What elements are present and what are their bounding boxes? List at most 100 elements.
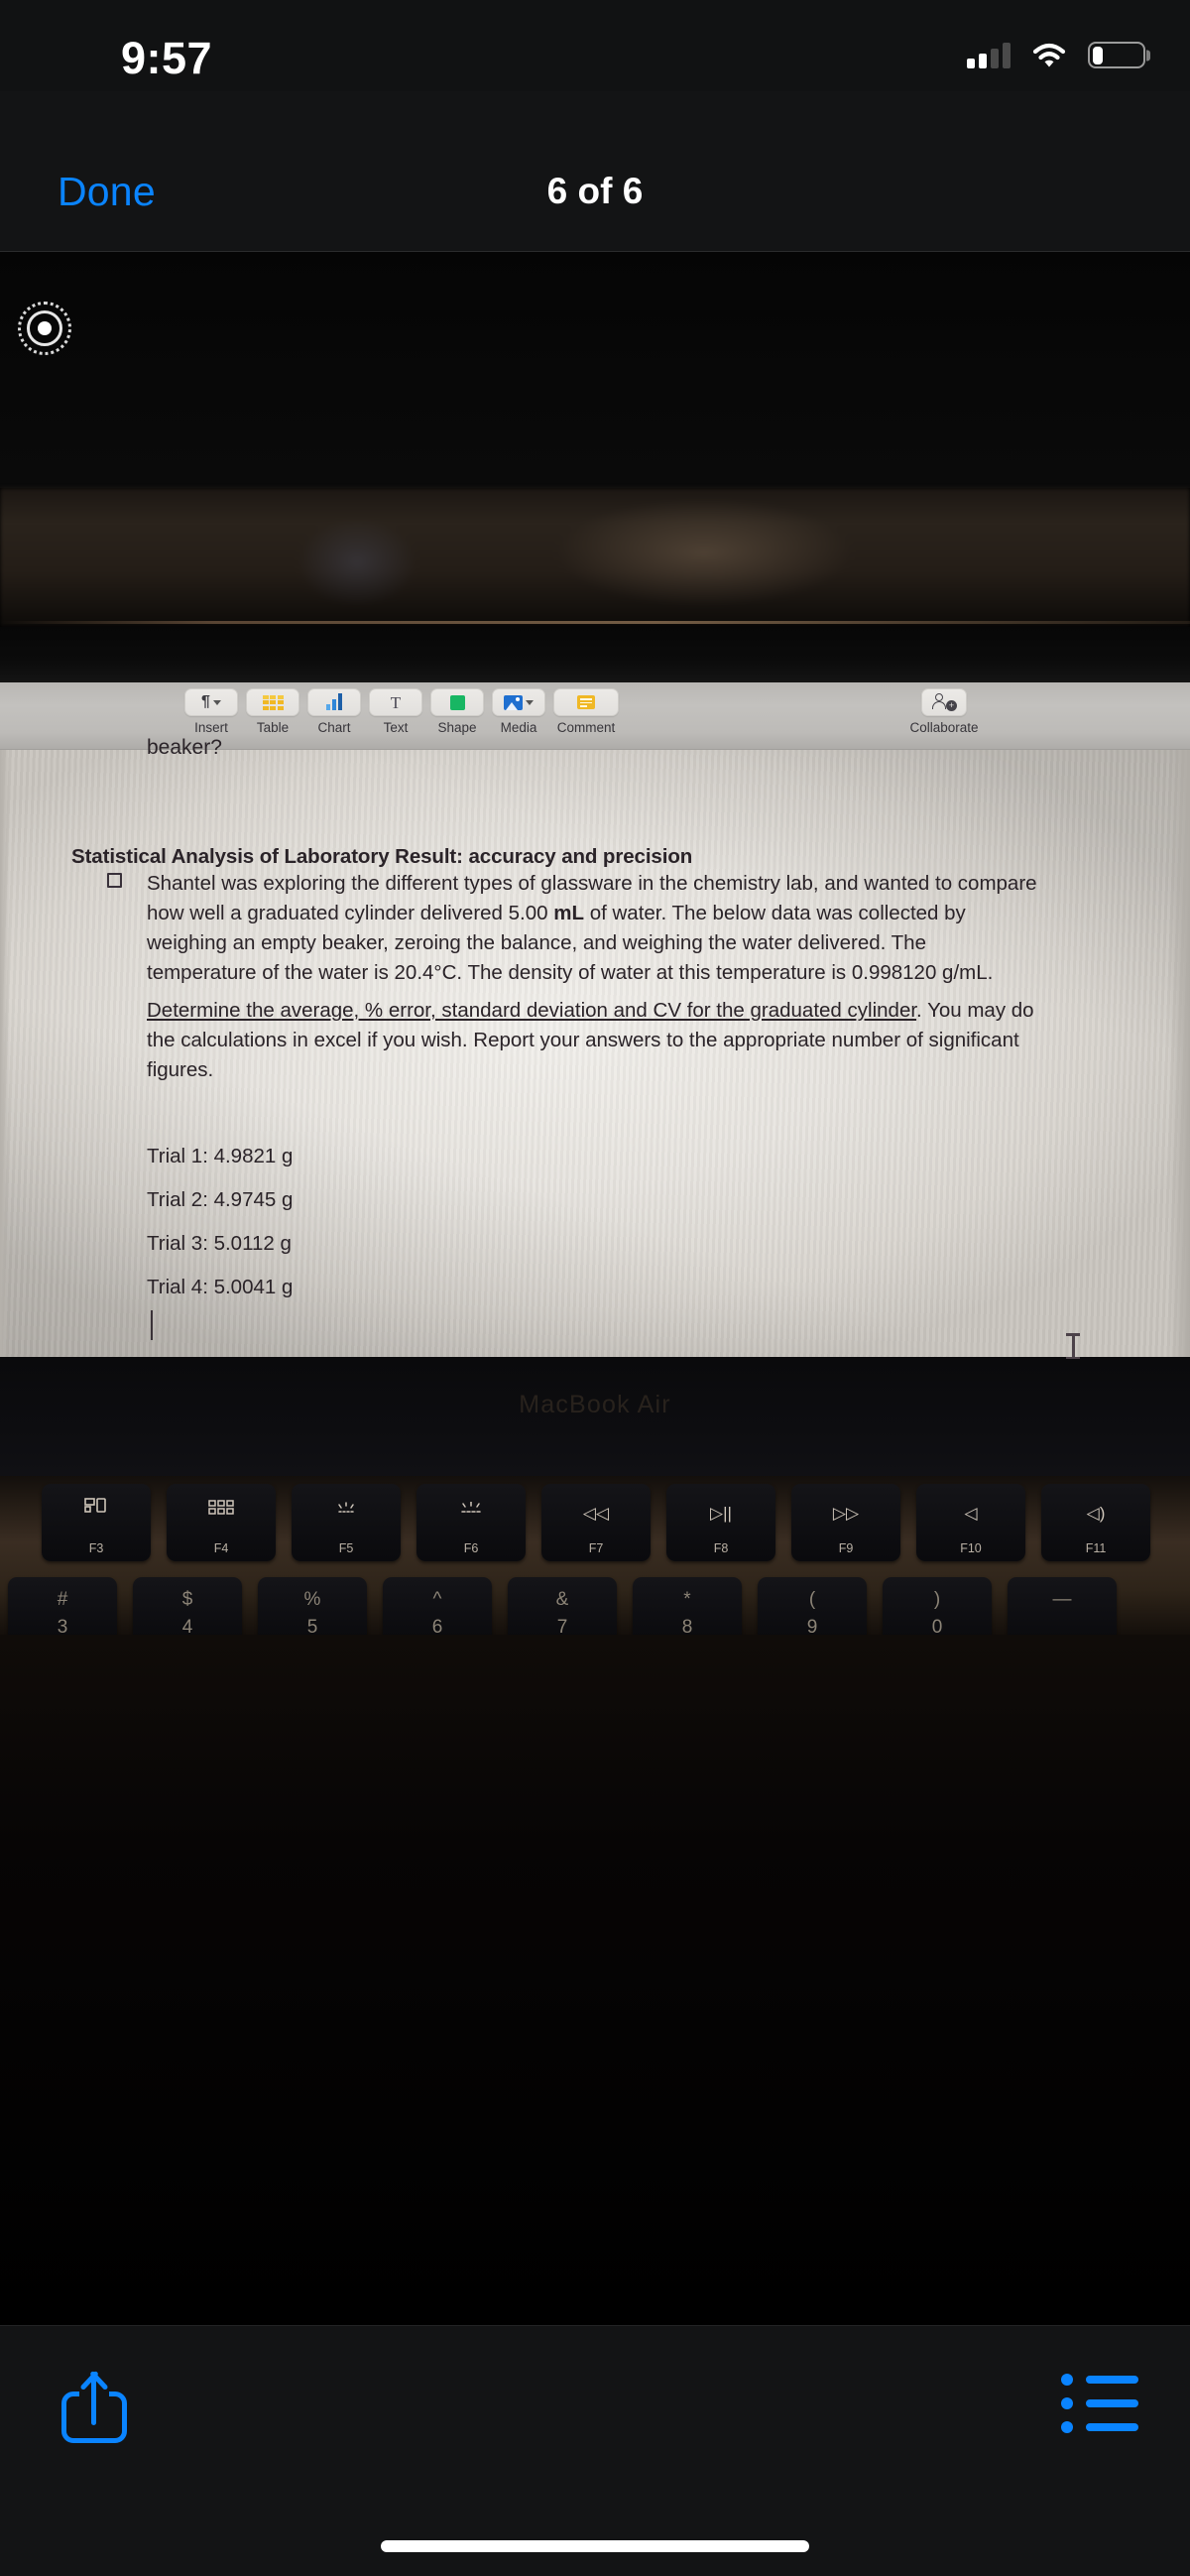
- page-counter-title: 6 of 6: [546, 171, 644, 211]
- battery-icon: [1088, 42, 1145, 68]
- play-pause-icon: ▷||: [710, 1504, 732, 1523]
- key-f7: ◁◁ F7: [541, 1484, 651, 1561]
- wifi-icon: [1032, 43, 1066, 68]
- status-bar: 9:57: [0, 0, 1190, 91]
- trial-row: Trial 1: 4.9821 g: [147, 1145, 294, 1167]
- mute-icon: ◁: [964, 1504, 978, 1523]
- navigation-bar: Done 6 of 6: [0, 91, 1190, 252]
- key-label-f7: F7: [588, 1541, 604, 1555]
- chevron-down-icon: [212, 699, 221, 705]
- text-t-icon: T: [390, 692, 402, 712]
- fast-forward-icon: ▷▷: [832, 1504, 860, 1523]
- photo-viewer[interactable]: ¶ Insert Table Chart T Text Shape Media …: [0, 252, 1190, 2325]
- key-upper-minus: —: [1052, 1589, 1072, 1610]
- shape-square-icon: [449, 694, 465, 710]
- key-label-f5: F5: [338, 1541, 354, 1555]
- key-label-f10: F10: [960, 1541, 982, 1555]
- macbook-air-label: MacBook Air: [519, 1391, 671, 1418]
- rewind-icon: ◁◁: [582, 1504, 610, 1523]
- table-icon: [262, 694, 284, 710]
- document-paragraph-2: Determine the average, % error, standard…: [147, 996, 1039, 1085]
- paragraph-icon: ¶: [201, 693, 210, 710]
- document-orphan-line: beaker?: [147, 736, 222, 759]
- trial-row: Trial 2: 4.9745 g: [147, 1188, 294, 1211]
- toolbar-label-collaborate: Collaborate: [909, 720, 979, 735]
- toolbar-item-chart[interactable]: Chart: [307, 688, 361, 735]
- paragraph-1-bold-unit: mL: [553, 902, 585, 924]
- laptop-screen-bezel: [0, 621, 1190, 624]
- toolbar-item-collaborate[interactable]: + Collaborate: [908, 688, 980, 735]
- toolbar-item-insert[interactable]: ¶ Insert: [184, 688, 238, 735]
- key-upper-3: #: [57, 1589, 68, 1610]
- key-upper-0: ): [933, 1589, 941, 1610]
- launchpad-grid-icon: [167, 1500, 276, 1520]
- keyboard-brightness-down-icon: [292, 1502, 401, 1520]
- cellular-signal-icon: [967, 43, 1011, 68]
- key-upper-7: &: [555, 1589, 569, 1610]
- toolbar-item-table[interactable]: Table: [246, 688, 299, 735]
- volume-down-icon: ◁): [1086, 1504, 1106, 1523]
- key-f5: F5: [292, 1484, 401, 1561]
- keyboard-number-row: # 3 $ 4 % 5 ^ 6 & 7 * 8 (9) 0 —: [0, 1573, 1190, 1649]
- document-paragraph-1: Shantel was exploring the different type…: [147, 869, 1039, 988]
- status-bar-time: 9:57: [121, 33, 213, 83]
- photo-shadow-band: [0, 627, 1190, 682]
- key-f3: F3: [42, 1484, 151, 1561]
- key-upper-6: ^: [432, 1589, 442, 1610]
- key-upper-4: $: [181, 1589, 193, 1610]
- key-label-f6: F6: [463, 1541, 479, 1555]
- photo-bottom-darkness: [0, 1635, 1190, 2325]
- key-upper-9: (: [808, 1589, 816, 1610]
- empty-checkbox-icon[interactable]: [107, 873, 122, 888]
- toolbar-label-comment: Comment: [556, 720, 616, 735]
- bar-chart-icon: [326, 693, 342, 710]
- key-f4: F4: [167, 1484, 276, 1561]
- toolbar-item-media[interactable]: Media: [492, 688, 545, 735]
- i-beam-cursor-icon: [1066, 1333, 1080, 1359]
- toolbar-label-chart: Chart: [317, 720, 351, 735]
- keyboard-brightness-up-icon: [416, 1501, 526, 1520]
- pages-toolbar-items: ¶ Insert Table Chart T Text Shape Media …: [184, 688, 619, 735]
- document-content: beaker? Statistical Analysis of Laborato…: [0, 736, 1190, 1357]
- document-trial-list: Trial 1: 4.9821 g Trial 2: 4.9745 g Tria…: [147, 1135, 293, 1309]
- key-f11: ◁) F11: [1041, 1484, 1150, 1561]
- comment-note-icon: [577, 695, 595, 709]
- trial-row: Trial 4: 5.0041 g: [147, 1276, 294, 1298]
- key-f6: F6: [416, 1484, 526, 1561]
- chevron-down-icon: [526, 699, 534, 705]
- photo-dark-background: [0, 252, 1190, 488]
- key-f8: ▷|| F8: [666, 1484, 775, 1561]
- toolbar-label-media: Media: [500, 720, 537, 735]
- mission-control-icon: [42, 1498, 151, 1518]
- phone-screen: 9:57 Done 6 of 6 ¶ Insert Table Chart T …: [0, 0, 1190, 2576]
- toolbar-item-shape[interactable]: Shape: [430, 688, 484, 735]
- key-upper-5: %: [303, 1589, 321, 1610]
- status-bar-indicators: [967, 42, 1145, 68]
- toolbar-label-table: Table: [256, 720, 290, 735]
- lens-flare-ring-icon: [18, 302, 71, 355]
- key-label-f3: F3: [88, 1541, 104, 1555]
- text-caret-icon: [151, 1310, 153, 1340]
- trial-row: Trial 3: 5.0112 g: [147, 1232, 292, 1255]
- list-view-button[interactable]: [1061, 2374, 1138, 2433]
- share-button[interactable]: [58, 2356, 131, 2445]
- toolbar-item-text[interactable]: T Text: [369, 688, 422, 735]
- key-f9: ▷▷ F9: [791, 1484, 900, 1561]
- document-heading: Statistical Analysis of Laboratory Resul…: [71, 845, 693, 868]
- home-indicator[interactable]: [381, 2540, 809, 2552]
- paragraph-2-underlined-instruction: Determine the average, % error, standard…: [147, 999, 917, 1022]
- toolbar-item-comment[interactable]: Comment: [553, 688, 619, 735]
- photo-blurred-room: [0, 488, 1190, 627]
- add-person-icon: +: [931, 693, 957, 711]
- media-image-icon: [504, 694, 523, 710]
- key-label-f4: F4: [213, 1541, 229, 1555]
- key-label-f11: F11: [1085, 1541, 1107, 1555]
- toolbar-label-text: Text: [383, 720, 409, 735]
- toolbar-label-shape: Shape: [437, 720, 477, 735]
- key-upper-8: *: [683, 1589, 691, 1610]
- key-f10: ◁ F10: [916, 1484, 1025, 1561]
- bulleted-list-icon: [1061, 2374, 1138, 2386]
- key-label-f9: F9: [838, 1541, 854, 1555]
- key-label-f8: F8: [713, 1541, 729, 1555]
- toolbar-label-insert: Insert: [194, 720, 228, 735]
